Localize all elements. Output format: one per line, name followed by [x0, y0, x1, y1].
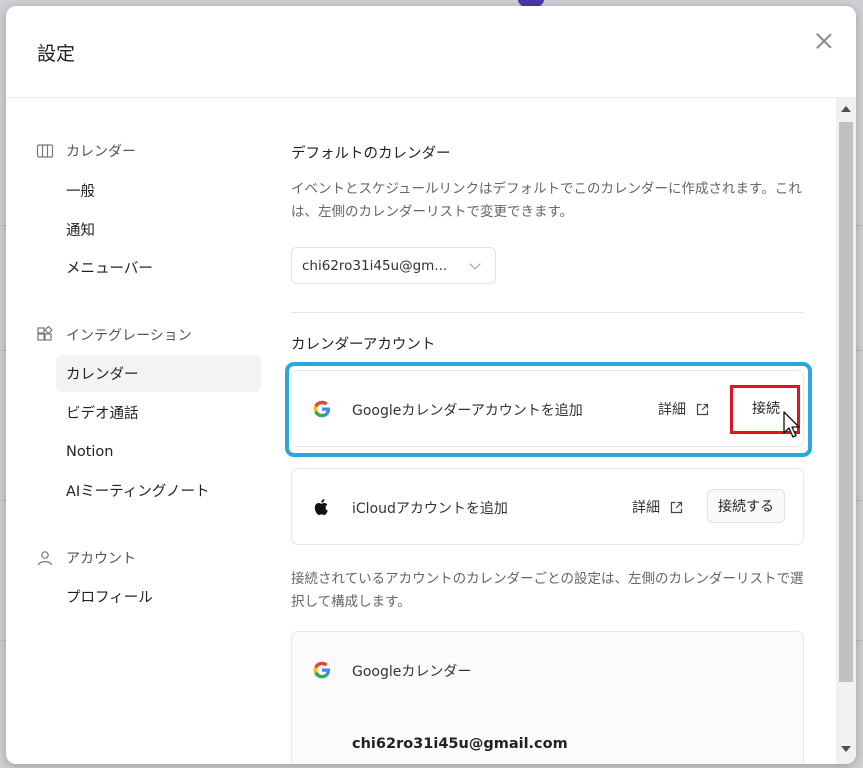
settings-sidebar: カレンダー 一般 通知 メニューバー インテグレーション カレンダー ビデオ通話… — [6, 98, 276, 764]
icloud-card-label: iCloudアカウントを追加 — [352, 501, 508, 517]
sidebar-item-ai-meeting-notes[interactable]: AIミーティングノート — [56, 472, 261, 509]
sidebar-item-label: Notion — [66, 443, 114, 460]
connected-calendar-label: Googleカレンダー — [352, 664, 472, 680]
sidebar-section-integrations: インテグレーション — [36, 324, 192, 346]
sidebar-item-label: カレンダー — [66, 367, 139, 383]
detail-link-label: 詳細 — [658, 402, 686, 418]
calendar-columns-icon — [36, 142, 54, 160]
google-detail-link[interactable]: 詳細 — [658, 399, 709, 419]
section-divider — [291, 312, 804, 313]
settings-content: デフォルトのカレンダー イベントとスケジュールリンクはデフォルトでこのカレンダー… — [285, 98, 816, 764]
sidebar-item-label: 一般 — [66, 184, 95, 200]
scroll-down-arrow-icon[interactable] — [841, 746, 851, 752]
sidebar-item-video-call[interactable]: ビデオ通話 — [56, 394, 261, 431]
scroll-up-arrow-icon[interactable] — [841, 106, 851, 112]
content-scrollbar[interactable] — [836, 98, 856, 764]
sidebar-item-profile[interactable]: プロフィール — [56, 578, 261, 615]
apple-logo-icon — [312, 497, 332, 517]
sidebar-item-notion[interactable]: Notion — [56, 433, 261, 470]
google-card-label: Googleカレンダーアカウントを追加 — [352, 403, 583, 419]
connected-google-calendar-card: Googleカレンダー chi62ro31i45u@gmail.com — [291, 631, 804, 764]
person-icon — [36, 549, 54, 567]
external-link-icon — [696, 403, 709, 416]
accounts-note: 接続されているアカウントのカレンダーごとの設定は、左側のカレンダーリストで選択し… — [291, 571, 804, 610]
sidebar-section-label: インテグレーション — [66, 328, 192, 344]
scrollbar-thumb[interactable] — [839, 122, 853, 682]
default-calendar-select[interactable]: chi62ro31i45u@gm... — [291, 247, 496, 284]
sidebar-item-label: AIミーティングノート — [66, 484, 210, 500]
sidebar-item-menubar[interactable]: メニューバー — [56, 249, 261, 286]
sidebar-item-notifications[interactable]: 通知 — [56, 211, 261, 248]
sidebar-section-calendar: カレンダー — [36, 140, 136, 162]
dialog-title: 設定 — [37, 43, 76, 65]
close-icon[interactable] — [812, 29, 836, 53]
google-connect-button[interactable]: 接続 — [734, 391, 798, 425]
chevron-down-icon — [469, 258, 481, 270]
sidebar-item-label: メニューバー — [66, 261, 153, 277]
sidebar-item-label: プロフィール — [66, 590, 153, 606]
default-calendar-heading: デフォルトのカレンダー — [291, 146, 451, 162]
detail-link-label: 詳細 — [632, 500, 660, 516]
settings-dialog: 設定 カレンダー 一般 通知 メニューバー インテグレーション カレンダー ビデ… — [6, 6, 856, 764]
sidebar-section-label: カレンダー — [66, 144, 136, 160]
icloud-detail-link[interactable]: 詳細 — [632, 497, 683, 517]
calendar-accounts-heading: カレンダーアカウント — [291, 337, 436, 353]
sidebar-section-account: アカウント — [36, 547, 136, 569]
sidebar-item-calendar-integration[interactable]: カレンダー — [56, 355, 261, 392]
google-logo-icon — [312, 399, 332, 419]
google-account-card: Googleカレンダーアカウントを追加 詳細 接続 — [291, 370, 804, 447]
sidebar-section-label: アカウント — [66, 551, 136, 567]
dialog-header: 設定 — [6, 6, 856, 98]
default-calendar-description: イベントとスケジュールリンクはデフォルトでこのカレンダーに作成されます。これは、… — [291, 181, 802, 220]
google-logo-icon — [312, 660, 332, 680]
sidebar-item-general[interactable]: 一般 — [56, 172, 261, 209]
sidebar-item-label: ビデオ通話 — [66, 406, 139, 422]
default-calendar-value: chi62ro31i45u@gm... — [302, 257, 448, 274]
icloud-account-card: iCloudアカウントを追加 詳細 接続する — [291, 468, 804, 545]
integrations-grid-icon — [36, 325, 54, 344]
sidebar-item-label: 通知 — [66, 223, 95, 239]
connected-account-email: chi62ro31i45u@gmail.com — [352, 736, 568, 752]
external-link-icon — [670, 501, 683, 514]
icloud-connect-button[interactable]: 接続する — [707, 489, 785, 523]
